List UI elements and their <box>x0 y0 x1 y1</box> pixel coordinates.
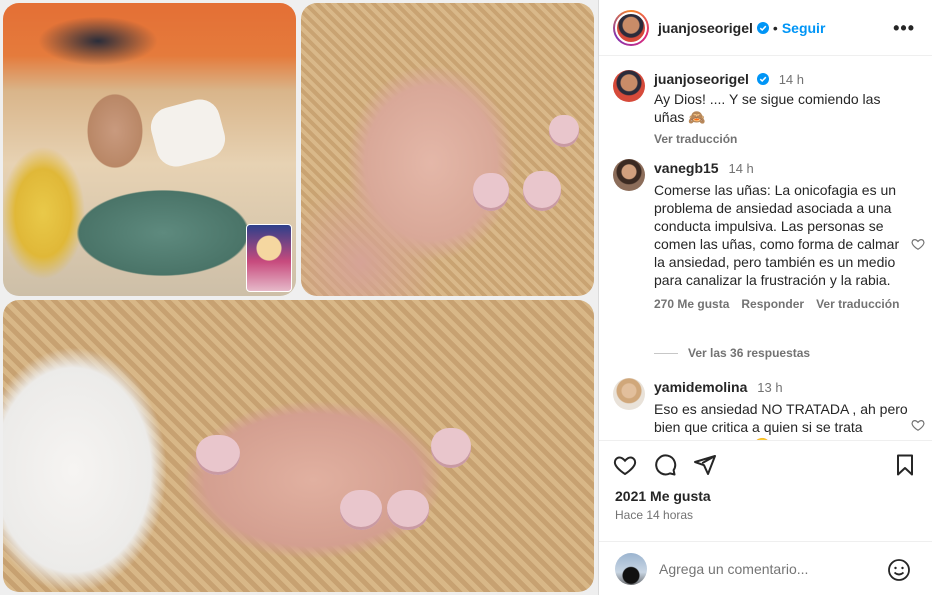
replies-divider <box>654 352 678 354</box>
comment-text: Eso es ansiedad NO TRATADA , ah pero bie… <box>654 401 908 440</box>
comments-list[interactable]: juanjoseorigel 14 h Ay Dios! .... Y se s… <box>599 56 932 440</box>
nail <box>523 171 561 211</box>
post-media[interactable] <box>0 0 598 595</box>
more-icon[interactable]: ••• <box>893 18 915 39</box>
author-avatar-ring[interactable] <box>613 9 649 46</box>
heart-icon[interactable] <box>911 237 925 251</box>
nail <box>340 490 382 530</box>
nail <box>196 435 240 475</box>
comment-input[interactable] <box>659 561 869 577</box>
comment-username[interactable]: vanegb15 <box>654 160 719 176</box>
view-replies-link[interactable]: Ver las 36 respuestas <box>654 346 810 360</box>
nail <box>549 115 579 147</box>
post-actions: 2021 Me gusta Hace 14 horas <box>599 440 932 595</box>
nail <box>431 428 471 468</box>
post-side-panel: juanjoseorigel • Seguir ••• juanjoseorig… <box>598 0 932 595</box>
caption-username[interactable]: juanjoseorigel <box>654 71 749 87</box>
heart-icon[interactable] <box>613 453 637 477</box>
photo-man-lying-bed <box>3 3 296 296</box>
caption-avatar[interactable] <box>613 70 645 102</box>
bookmark-icon[interactable] <box>893 453 917 477</box>
author-avatar[interactable] <box>615 11 647 44</box>
photo-hand-closeup-bottom <box>3 300 594 592</box>
current-user-avatar <box>615 553 647 585</box>
reply-button[interactable]: Responder <box>741 295 804 313</box>
verified-icon <box>756 21 769 34</box>
likes-count[interactable]: 2021 Me gusta <box>615 488 711 504</box>
post-time-ago[interactable]: Hace 14 horas <box>615 508 693 522</box>
inset-host-photo <box>246 224 292 292</box>
comment-text: Comerse las uñas: La onicofagia es un pr… <box>654 182 903 288</box>
post-header: juanjoseorigel • Seguir ••• <box>599 0 932 56</box>
photo-hand-closeup-top <box>301 3 594 296</box>
nail <box>473 173 509 211</box>
view-replies-label[interactable]: Ver las 36 respuestas <box>688 346 810 360</box>
share-icon[interactable] <box>693 453 717 477</box>
comment-username[interactable]: yamidemolina <box>654 379 747 395</box>
comment-time[interactable]: 13 h <box>757 380 782 395</box>
caption-time[interactable]: 14 h <box>779 72 804 87</box>
nail <box>387 490 429 530</box>
comment-meta: 270 Me gusta Responder Ver traducción <box>654 295 909 313</box>
emoji-icon[interactable] <box>887 558 911 582</box>
verified-icon <box>756 73 769 85</box>
heart-icon[interactable] <box>911 418 925 432</box>
comment-avatar[interactable] <box>613 378 645 410</box>
caption-translate-link[interactable]: Ver traducción <box>654 130 909 148</box>
caption-text: Ay Dios! .... Y se sigue comiendo las uñ… <box>654 91 885 125</box>
comment-time[interactable]: 14 h <box>728 161 753 176</box>
author-username[interactable]: juanjoseorigel <box>658 20 753 36</box>
pillow <box>146 94 230 172</box>
add-comment-row <box>599 541 932 595</box>
follow-button[interactable]: Seguir <box>782 20 826 36</box>
separator-dot: • <box>772 19 778 36</box>
comment-likes[interactable]: 270 Me gusta <box>654 295 729 313</box>
action-icons <box>613 453 717 477</box>
comment-avatar[interactable] <box>613 159 645 191</box>
comment-translate-link[interactable]: Ver traducción <box>816 295 899 313</box>
comment-icon[interactable] <box>653 453 677 477</box>
